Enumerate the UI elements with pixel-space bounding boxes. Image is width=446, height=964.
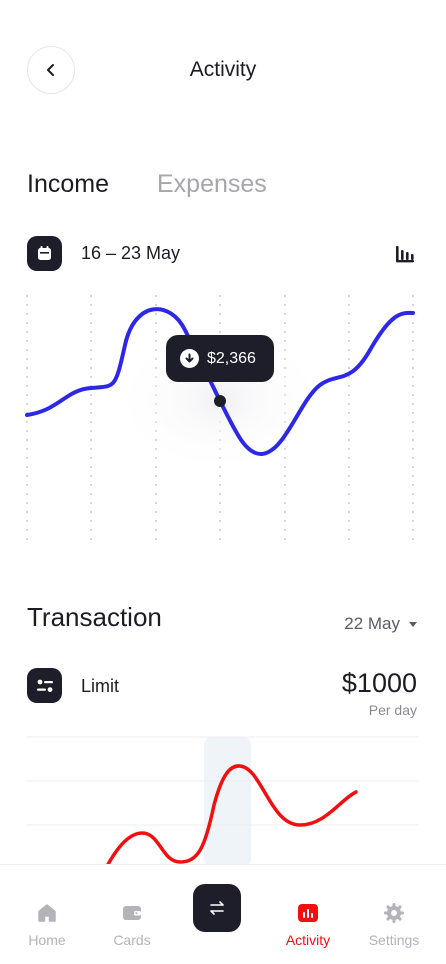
date-range-row: 16 – 23 May	[27, 236, 419, 272]
nav-activity[interactable]: Activity	[276, 901, 340, 951]
wallet-icon	[120, 901, 144, 925]
nav-activity-label: Activity	[285, 932, 331, 948]
limit-icon-box	[27, 668, 62, 703]
date-filter-label: 22 May	[344, 614, 400, 633]
date-range-label[interactable]: 16 – 23 May	[81, 243, 180, 264]
calendar-icon	[38, 246, 51, 260]
highlight-column	[204, 737, 251, 865]
tab-income[interactable]: Income	[27, 170, 109, 199]
nav-home[interactable]: Home	[15, 901, 79, 951]
nav-cards[interactable]: Cards	[100, 901, 164, 951]
transfer-button[interactable]	[193, 884, 241, 932]
tooltip-value: $2,366	[207, 349, 256, 367]
transaction-chart	[27, 736, 419, 865]
home-icon	[35, 901, 59, 925]
segment-tabs: Income Expenses	[27, 170, 267, 199]
tab-expenses[interactable]: Expenses	[157, 170, 267, 199]
transaction-title: Transaction	[27, 602, 162, 632]
bottom-tab-bar: Home Cards Activity Settings	[0, 864, 446, 964]
value-tooltip: $2,366	[166, 335, 274, 382]
arrow-down-circle-icon	[180, 349, 199, 368]
income-chart	[25, 295, 415, 545]
selected-point[interactable]	[214, 395, 226, 407]
activity-chart-icon	[296, 901, 320, 925]
nav-settings[interactable]: Settings	[362, 901, 426, 951]
nav-cards-label: Cards	[113, 932, 151, 948]
header: Activity	[0, 46, 446, 94]
gear-icon	[382, 901, 406, 925]
nav-settings-label: Settings	[368, 932, 420, 948]
limit-amount: $1000	[341, 668, 417, 698]
transfer-icon	[210, 901, 224, 915]
page-title: Activity	[189, 58, 257, 81]
sliders-icon	[36, 679, 53, 692]
limit-row[interactable]: Limit $1000 Per day	[27, 668, 417, 720]
chart-type-toggle[interactable]	[391, 240, 419, 268]
caret-down-icon	[409, 622, 417, 627]
limit-period: Per day	[368, 702, 417, 718]
bar-chart-icon	[396, 246, 414, 263]
calendar-button[interactable]	[27, 236, 62, 271]
limit-label: Limit	[81, 676, 120, 696]
nav-home-label: Home	[28, 932, 66, 948]
date-filter-dropdown[interactable]: 22 May	[344, 614, 418, 634]
